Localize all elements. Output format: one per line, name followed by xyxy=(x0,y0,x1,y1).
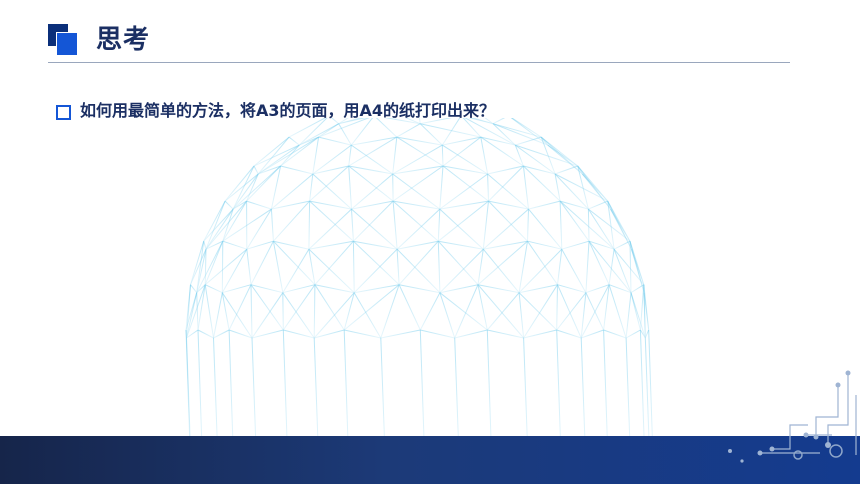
title-divider xyxy=(48,62,790,63)
title-squares-icon xyxy=(48,24,78,56)
circuit-decoration xyxy=(728,370,857,463)
slide-title: 思考 xyxy=(96,25,151,55)
hollow-square-bullet-icon xyxy=(56,105,71,120)
slide: 思考 如何用最简单的方法，将A3的页面，用A4的纸打印出来？ xyxy=(0,0,860,484)
geodesic-globe-decoration xyxy=(185,118,653,438)
title-square-front xyxy=(56,32,78,56)
